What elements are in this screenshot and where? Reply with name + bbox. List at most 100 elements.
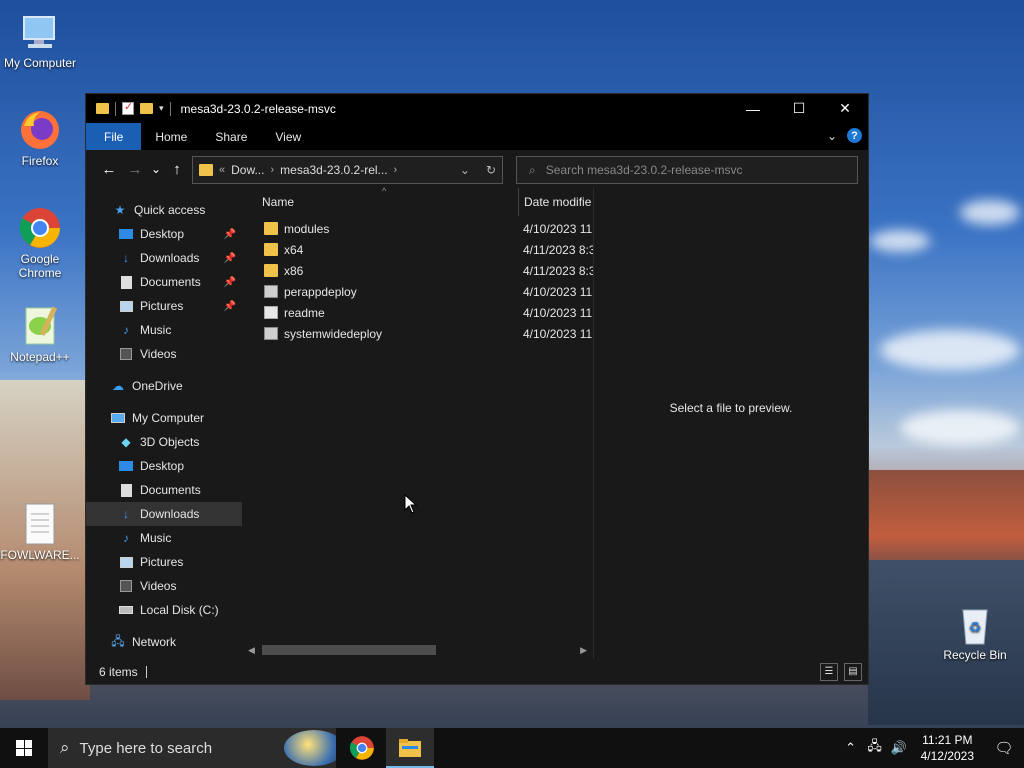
folder-icon	[264, 264, 278, 277]
clock[interactable]: 11:21 PM 4/12/2023	[911, 732, 984, 764]
breadcrumb-mesa3d[interactable]: mesa3d-23.0.2-rel...	[280, 163, 387, 177]
chrome-icon	[18, 206, 62, 250]
list-item[interactable]: readme 4/10/2023 11:	[242, 302, 593, 323]
desktop-icon-notepad-plus-plus[interactable]: Notepad++	[0, 304, 80, 364]
scroll-right-icon[interactable]: ▶	[580, 645, 587, 656]
taskbar-chrome-button[interactable]	[338, 728, 386, 768]
sidebar-item-label: Local Disk (C:)	[140, 603, 219, 617]
navigation-pane[interactable]: ★ Quick access Desktop 📌 ↓ Downloads 📌 D…	[86, 188, 242, 659]
properties-icon[interactable]	[122, 100, 134, 115]
chevron-right-icon[interactable]: ›	[394, 164, 398, 176]
system-tray: ⌃ 🖧 🔊 11:21 PM 4/12/2023 🗨	[839, 728, 1024, 768]
file-name: systemwidedeploy	[284, 326, 383, 341]
sidebar-item-label: My Computer	[132, 411, 205, 425]
list-item[interactable]: systemwidedeploy 4/10/2023 11:	[242, 323, 593, 344]
recent-locations-button[interactable]: ⌄	[148, 156, 164, 182]
cloud-icon: ☁	[112, 379, 124, 393]
address-dropdown-icon[interactable]: ⌄	[460, 163, 470, 177]
tab-home[interactable]: Home	[141, 123, 201, 150]
up-button[interactable]: ↑	[164, 156, 190, 182]
sidebar-item-music[interactable]: ♪ Music	[86, 318, 242, 342]
settings-file-icon	[264, 285, 278, 298]
list-item[interactable]: modules 4/10/2023 11:	[242, 218, 593, 239]
folder-icon	[264, 222, 278, 235]
sidebar-item-downloads[interactable]: ↓ Downloads 📌	[86, 246, 242, 270]
sidebar-item-desktop[interactable]: Desktop 📌	[86, 222, 242, 246]
address-overflow[interactable]: «	[219, 164, 225, 176]
large-icons-view-icon[interactable]: ▤	[844, 662, 862, 681]
file-name: readme	[284, 305, 325, 320]
taskbar-file-explorer-button[interactable]	[386, 728, 434, 768]
sidebar-item-downloads-2[interactable]: ↓ Downloads	[86, 502, 242, 526]
tab-file[interactable]: File	[86, 123, 142, 150]
tab-share[interactable]: Share	[201, 123, 261, 150]
file-date: 4/10/2023 11:	[523, 305, 593, 320]
breadcrumb-downloads[interactable]: Dow...	[231, 163, 264, 177]
search-highlight-image	[284, 730, 336, 766]
picture-icon	[118, 299, 134, 313]
quick-access-toolbar: ▾	[86, 100, 171, 116]
help-icon[interactable]: ?	[847, 128, 862, 143]
list-item[interactable]: x86 4/11/2023 8:3	[242, 260, 593, 281]
taskbar: ⌕ Type here to search ⌃ 🖧 🔊 11:21 PM 4/1…	[0, 728, 1024, 768]
customize-toolbar-dropdown-icon[interactable]: ▾	[159, 103, 164, 114]
title-bar[interactable]: ▾ mesa3d-23.0.2-release-msvc — ☐ ✕	[86, 94, 868, 123]
sidebar-item-quick-access[interactable]: ★ Quick access	[86, 198, 242, 222]
address-bar[interactable]: « Dow... › mesa3d-23.0.2-rel... › ⌄ ↻	[192, 156, 503, 184]
sidebar-item-documents[interactable]: Documents 📌	[86, 270, 242, 294]
column-header-date-modified[interactable]: Date modifie	[518, 188, 598, 216]
sidebar-item-local-disk[interactable]: Local Disk (C:)	[86, 598, 242, 622]
tab-view[interactable]: View	[261, 123, 315, 150]
sidebar-item-music-2[interactable]: ♪ Music	[86, 526, 242, 550]
refresh-icon[interactable]: ↻	[486, 163, 496, 177]
search-box[interactable]: ⌕ Search mesa3d-23.0.2-release-msvc	[516, 156, 858, 184]
horizontal-scrollbar[interactable]: ◀ ▶	[248, 643, 587, 657]
new-folder-icon[interactable]	[140, 103, 153, 114]
close-button[interactable]: ✕	[822, 94, 868, 123]
desktop-icon	[118, 459, 134, 473]
scrollbar-thumb[interactable]	[262, 645, 436, 655]
desktop-icon-fowlware[interactable]: FOWLWARE...	[0, 502, 80, 562]
forward-button[interactable]: →	[122, 156, 148, 182]
expand-ribbon-chevron-icon[interactable]: ⌄	[827, 129, 837, 143]
desktop-icon-firefox[interactable]: Firefox	[0, 108, 80, 168]
sidebar-item-network[interactable]: 🖧 Network	[86, 630, 242, 654]
sidebar-item-my-computer[interactable]: My Computer	[86, 406, 242, 430]
start-button[interactable]	[0, 728, 48, 768]
sidebar-item-label: Pictures	[140, 555, 184, 569]
sidebar-item-videos[interactable]: Videos	[86, 342, 242, 366]
taskbar-search-box[interactable]: ⌕ Type here to search	[48, 728, 336, 768]
notification-center-icon[interactable]: 🗨	[984, 739, 1024, 757]
chevron-right-icon[interactable]: ›	[270, 164, 274, 176]
preview-message: Select a file to preview.	[669, 400, 793, 415]
details-view-icon[interactable]: ☰	[820, 662, 838, 681]
back-button[interactable]: ←	[96, 156, 122, 182]
volume-icon[interactable]: 🔊	[887, 740, 911, 756]
music-icon: ♪	[123, 531, 129, 545]
network-icon[interactable]: 🖧	[863, 737, 887, 759]
sidebar-item-desktop-2[interactable]: Desktop	[86, 454, 242, 478]
scroll-left-icon[interactable]: ◀	[248, 645, 255, 656]
search-input[interactable]: Search mesa3d-23.0.2-release-msvc	[546, 163, 743, 177]
sidebar-item-pictures-2[interactable]: Pictures	[86, 550, 242, 574]
desktop-icon-google-chrome[interactable]: Google Chrome	[0, 206, 80, 280]
sidebar-item-onedrive[interactable]: ☁ OneDrive	[86, 374, 242, 398]
desktop-icon-my-computer[interactable]: My Computer	[0, 10, 80, 70]
sidebar-item-label: Desktop	[140, 227, 185, 241]
sidebar-item-videos-2[interactable]: Videos	[86, 574, 242, 598]
list-item[interactable]: perappdeploy 4/10/2023 11:	[242, 281, 593, 302]
show-hidden-icons-chevron-icon[interactable]: ⌃	[839, 740, 863, 756]
desktop-icon-recycle-bin[interactable]: ♻ Recycle Bin	[935, 602, 1015, 662]
minimize-button[interactable]: —	[730, 94, 776, 123]
maximize-button[interactable]: ☐	[776, 94, 822, 123]
file-explorer-icon	[399, 739, 421, 757]
sidebar-item-3d-objects[interactable]: ◆ 3D Objects	[86, 430, 242, 454]
taskbar-search-input[interactable]: Type here to search	[80, 740, 213, 757]
file-list[interactable]: ^ Name Date modifie modules 4/10/2023 11…	[242, 186, 594, 659]
list-item[interactable]: x64 4/11/2023 8:3	[242, 239, 593, 260]
sidebar-item-pictures[interactable]: Pictures 📌	[86, 294, 242, 318]
column-header-name[interactable]: Name	[262, 195, 294, 209]
file-name: x86	[284, 263, 304, 278]
sidebar-item-documents-2[interactable]: Documents	[86, 478, 242, 502]
folder-icon	[264, 243, 278, 256]
